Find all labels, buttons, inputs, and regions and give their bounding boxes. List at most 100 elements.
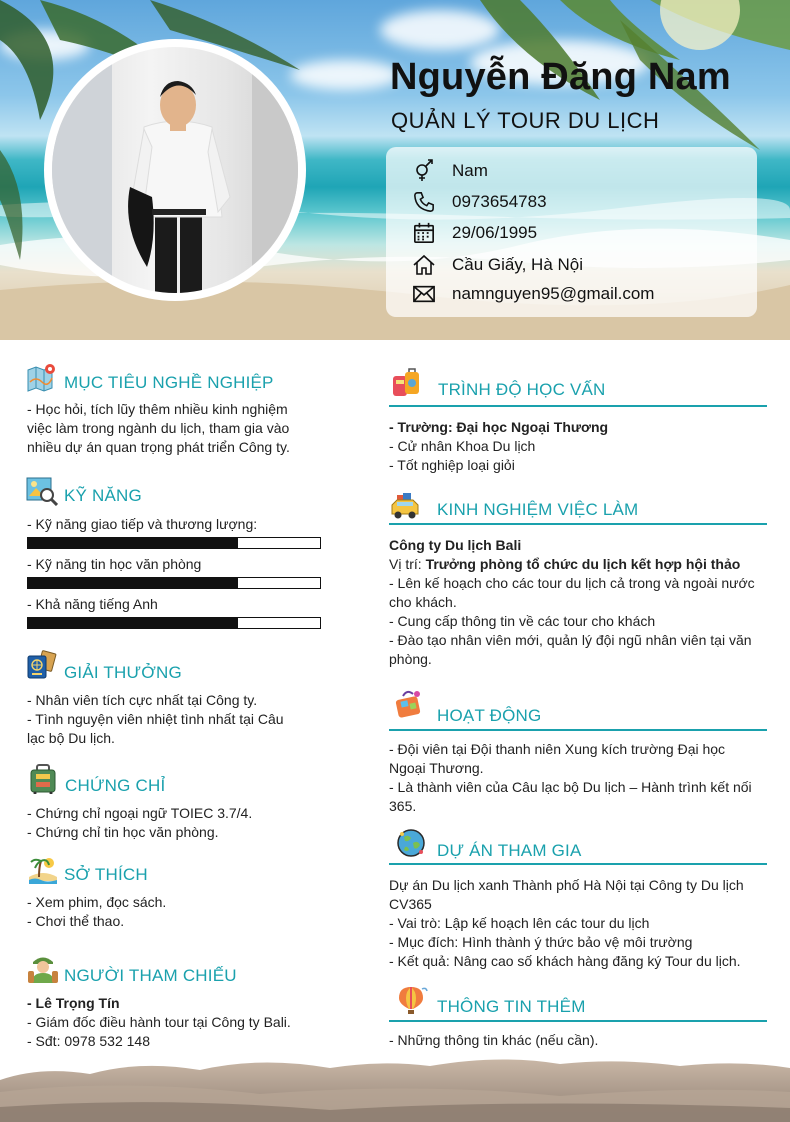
contact-birthday: 29/06/1995: [412, 221, 537, 245]
text-line: - Xem phim, đọc sách.: [27, 894, 167, 910]
text-line: phòng.: [389, 651, 432, 667]
text-line: - Tốt nghiệp loại giỏi: [389, 457, 515, 473]
skill-label: - Khả năng tiếng Anh: [27, 596, 158, 612]
text-line: - Cung cấp thông tin về các tour cho khá…: [389, 613, 656, 629]
text-line: 365.: [389, 798, 417, 814]
school-name: Đại học Ngoại Thương: [456, 419, 609, 435]
company-name: Công ty Du lịch Bali: [389, 537, 522, 553]
gender-value: Nam: [452, 161, 488, 180]
birthday-value: 29/06/1995: [452, 223, 538, 242]
hobbies-title: SỞ THÍCH: [64, 865, 148, 884]
section-rule: [389, 1020, 767, 1022]
text-line: - Kết quả: Nâng cao số khách hàng đăng k…: [389, 953, 741, 969]
text-line: - Mục đích: Hình thành ý thức bảo vệ môi…: [389, 934, 693, 950]
extra-title: THÔNG TIN THÊM: [437, 997, 586, 1016]
text-line: - Đào tạo nhân viên mới, quản lý đội ngũ…: [389, 632, 752, 648]
awards-text: - Nhân viên tích cực nhất tại Công ty. -…: [27, 691, 321, 748]
text-line: - Chơi thể thao.: [27, 913, 125, 929]
references-title: NGƯỜI THAM CHIẾU: [64, 966, 237, 985]
school-label: - Trường:: [389, 419, 457, 435]
education-text: - Trường: Đại học Ngoại Thương - Cử nhân…: [389, 418, 767, 475]
skill-bar-fill: [28, 578, 239, 588]
experience-title: KINH NGHIỆM VIỆC LÀM: [437, 500, 639, 519]
suitcase-icon: [30, 764, 56, 794]
home-icon: [412, 253, 436, 277]
person-photo: [52, 47, 298, 293]
skill-bar: [27, 617, 321, 629]
avatar: [52, 47, 298, 293]
section-rule: [389, 863, 767, 865]
text-line: - Lên kế hoạch cho các tour du lịch cả t…: [389, 575, 755, 591]
skills-title: KỸ NĂNG: [64, 486, 142, 505]
phone-value: 0973654783: [452, 192, 547, 211]
text-line: Ngoại Thương.: [389, 760, 484, 776]
traveler-icon: [28, 957, 58, 983]
skill-bar: [27, 577, 321, 589]
contact-box: Nam 0973654783 29/06/1995 Cầu Giấy, Hà N…: [386, 147, 757, 317]
objective-text: - Học hỏi, tích lũy thêm nhiều kinh nghi…: [27, 400, 321, 457]
skill-bar: [27, 537, 321, 549]
references-text: - Lê Trọng Tín - Giám đốc điều hành tour…: [27, 994, 327, 1051]
hot-air-balloon-icon: [399, 987, 428, 1014]
text-line: nhiều dự án quan trọng phát triển Công t…: [27, 439, 290, 455]
position-line: Vị trí: Trưởng phòng tổ chức du lịch kết…: [389, 555, 779, 574]
text-line: - Những thông tin khác (nếu cần).: [389, 1032, 599, 1048]
email-value: namnguyen95@gmail.com: [452, 284, 655, 303]
text-line: - Đội viên tại Đội thanh niên Xung kích …: [389, 741, 726, 757]
phone-icon: [412, 190, 436, 214]
position-label: Vị trí:: [389, 556, 426, 572]
contact-address: Cầu Giấy, Hà Nội: [412, 253, 583, 277]
position-value: Trưởng phòng tổ chức du lịch kết hợp hội…: [425, 556, 741, 572]
section-rule: [389, 405, 767, 407]
text-line: việc làm trong ngành du lịch, tham gia v…: [27, 420, 290, 436]
projects-text: Dự án Du lịch xanh Thành phố Hà Nội tại …: [389, 876, 779, 971]
picture-search-icon: [26, 477, 58, 506]
activities-title: HOẠT ĐỘNG: [437, 706, 542, 725]
section-rule: [389, 523, 767, 525]
text-line: CV365: [389, 896, 432, 912]
calendar-icon: [412, 221, 436, 245]
gender-icon: [412, 159, 436, 183]
header-banner: Nguyễn Đăng Nam QUẢN LÝ TOUR DU LỊCH Nam…: [0, 0, 790, 340]
education-title: TRÌNH ĐỘ HỌC VẤN: [438, 380, 606, 399]
skill-bar-fill: [28, 538, 239, 548]
certificates-text: - Chứng chỉ ngoại ngữ TOIEC 3.7/4. - Chứ…: [27, 804, 321, 842]
contact-gender: Nam: [412, 159, 488, 183]
text-line: - Vai trò: Lập kế hoạch lên các tour du …: [389, 915, 650, 931]
text-line: - Chứng chỉ tin học văn phòng.: [27, 824, 219, 840]
contact-email: namnguyen95@gmail.com: [412, 282, 654, 306]
text-line: - Cử nhân Khoa Du lịch: [389, 438, 536, 454]
text-line: - Tình nguyện viên nhiệt tình nhất tại C…: [27, 711, 284, 727]
skill-bar-fill: [28, 618, 239, 628]
island-icon: [29, 858, 57, 884]
projects-title: DỰ ÁN THAM GIA: [437, 841, 582, 860]
skill-label: - Kỹ năng tin học văn phòng: [27, 556, 202, 572]
education-school-line: - Trường: Đại học Ngoại Thương: [389, 418, 767, 437]
text-line: - Giám đốc điều hành tour tại Công ty Ba…: [27, 1014, 291, 1030]
text-line: cho khách.: [389, 594, 457, 610]
person-name: Nguyễn Đăng Nam: [390, 56, 731, 98]
awards-title: GIẢI THƯỞNG: [64, 663, 182, 682]
extra-text: - Những thông tin khác (nếu cần).: [389, 1031, 767, 1050]
skill-label: - Kỹ năng giao tiếp và thương lượng:: [27, 516, 258, 532]
globe-icon: [397, 829, 425, 857]
section-rule: [389, 729, 767, 731]
sand-dune-footer: [0, 1059, 790, 1122]
avatar-frame: [44, 39, 306, 301]
map-icon: [27, 364, 55, 392]
passport-icon: [27, 650, 57, 679]
text-line: - Sđt: 0978 532 148: [27, 1033, 150, 1049]
contact-phone: 0973654783: [412, 190, 547, 214]
text-line: - Học hỏi, tích lũy thêm nhiều kinh nghi…: [27, 401, 288, 417]
travel-bag-icon: [395, 690, 421, 718]
experience-text: Công ty Du lịch Bali Vị trí: Trưởng phòn…: [389, 536, 779, 669]
text-line: lạc bộ Du lịch.: [27, 730, 115, 746]
text-line: - Nhân viên tích cực nhất tại Công ty.: [27, 692, 258, 708]
text-line: Dự án Du lịch xanh Thành phố Hà Nội tại …: [389, 877, 744, 893]
luggage-icon: [393, 368, 419, 396]
address-value: Cầu Giấy, Hà Nội: [452, 255, 584, 274]
objective-title: MỤC TIÊU NGHỀ NGHIỆP: [64, 373, 274, 392]
hobbies-text: - Xem phim, đọc sách. - Chơi thể thao.: [27, 893, 321, 931]
email-icon: [412, 282, 436, 306]
reference-name: - Lê Trọng Tín: [27, 995, 120, 1011]
